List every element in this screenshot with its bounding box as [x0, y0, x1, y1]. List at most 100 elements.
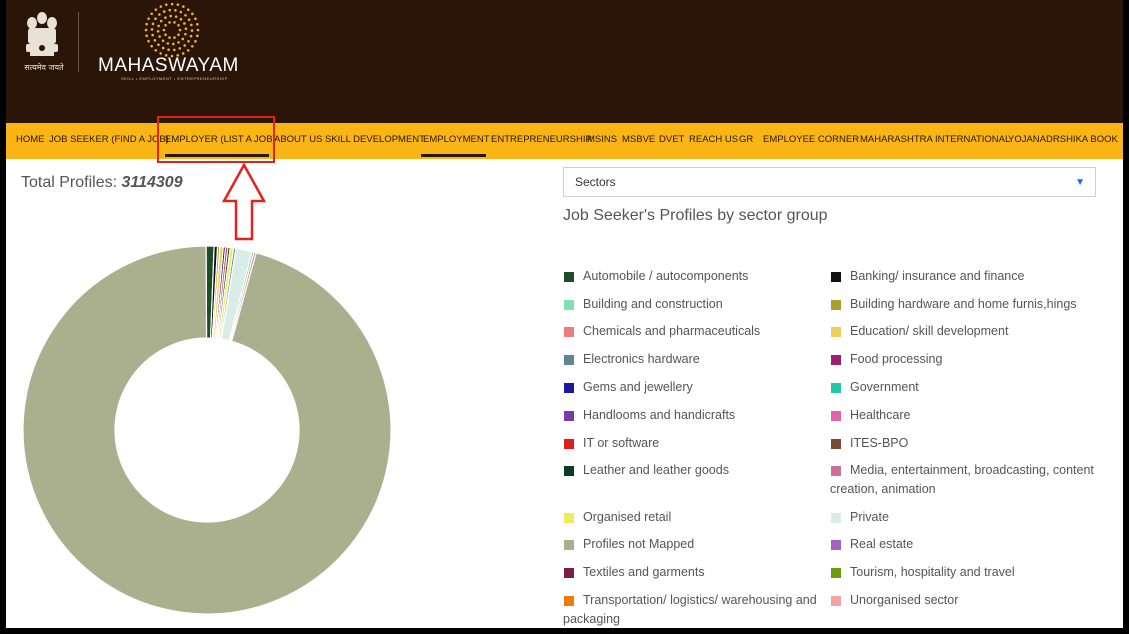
legend-label: Leather and leather goods	[583, 463, 729, 477]
nav-employment[interactable]: EMPLOYMENT	[423, 134, 490, 145]
legend-swatch	[564, 272, 574, 282]
total-profiles: Total Profiles: 3114309	[21, 174, 183, 192]
legend-label: Government	[850, 380, 919, 394]
legend-swatch	[831, 568, 841, 578]
nav-home[interactable]: HOME	[16, 134, 45, 145]
total-profiles-value: 3114309	[121, 174, 183, 191]
sectors-dropdown[interactable]: Sectors ▼	[563, 167, 1096, 197]
site-header: सत्यमेव जयते MAHASWAYAM SKILL • EMPLOYME…	[6, 0, 1123, 123]
legend-item[interactable]: Tourism, hospitality and travel	[830, 563, 1120, 582]
legend-swatch	[831, 327, 841, 337]
nav-gr[interactable]: GR	[739, 134, 753, 145]
legend-item[interactable]: Building hardware and home furnis,hings	[830, 295, 1120, 314]
legend-swatch	[564, 596, 574, 606]
legend-label: Building hardware and home furnis,hings	[850, 297, 1077, 311]
legend-item[interactable]: Banking/ insurance and finance	[830, 267, 1120, 286]
legend-label: Real estate	[850, 537, 914, 551]
legend-swatch	[564, 383, 574, 393]
legend-label: Automobile / autocomponents	[583, 269, 749, 283]
sectors-dropdown-value: Sectors	[575, 175, 616, 189]
legend-item[interactable]: ITES-BPO	[830, 434, 1120, 453]
legend-item[interactable]: Real estate	[830, 535, 1120, 554]
emblem-caption: सत्यमेव जयते	[24, 63, 64, 72]
nav-about-us[interactable]: ABOUT US	[274, 134, 322, 145]
legend-label: Tourism, hospitality and travel	[850, 565, 1015, 579]
legend-swatch	[564, 466, 574, 476]
legend-item[interactable]: Electronics hardware	[563, 350, 818, 369]
legend-label: Banking/ insurance and finance	[850, 269, 1025, 283]
legend-item[interactable]: Handlooms and handicrafts	[563, 406, 818, 425]
legend-label: Media, entertainment, broadcasting, cont…	[830, 463, 1094, 496]
legend-item[interactable]: Textiles and garments	[563, 563, 818, 582]
legend-swatch	[564, 355, 574, 365]
legend-item[interactable]: Leather and leather goods	[563, 461, 818, 480]
legend-item[interactable]: Transportation/ logistics/ warehousing a…	[563, 591, 818, 628]
legend-swatch	[831, 439, 841, 449]
legend-swatch	[831, 300, 841, 310]
legend-item[interactable]: Chemicals and pharmaceuticals	[563, 322, 818, 341]
legend-item[interactable]: Unorganised sector	[830, 591, 1120, 610]
legend-label: Profiles not Mapped	[583, 537, 695, 551]
legend-swatch	[564, 439, 574, 449]
chevron-down-icon: ▼	[1075, 177, 1085, 188]
legend-label: Education/ skill development	[850, 324, 1009, 338]
brand-tagline: SKILL • EMPLOYMENT • ENTREPRENEURSHIP	[121, 76, 228, 81]
legend-swatch	[831, 383, 841, 393]
legend-swatch	[831, 355, 841, 365]
legend-swatch	[831, 411, 841, 421]
legend-label: Private	[850, 510, 889, 524]
legend-item[interactable]: Organised retail	[563, 508, 818, 527]
legend-label: Food processing	[850, 352, 943, 366]
legend-item[interactable]: Automobile / autocomponents	[563, 267, 818, 286]
legend-label: Building and construction	[583, 297, 723, 311]
nav-dvet[interactable]: DVET	[659, 134, 684, 145]
header-divider	[78, 12, 79, 72]
legend-swatch	[831, 466, 841, 476]
legend-swatch	[564, 540, 574, 550]
legend-item[interactable]: Education/ skill development	[830, 322, 1120, 341]
nav-yojanadrshika-book[interactable]: YOJANADRSHIKA BOOK	[1008, 134, 1118, 145]
legend-label: Handlooms and handicrafts	[583, 408, 736, 422]
legend-label: Electronics hardware	[583, 352, 700, 366]
legend-swatch	[831, 540, 841, 550]
sector-donut-chart[interactable]	[22, 245, 392, 615]
legend-label: Transportation/ logistics/ warehousing a…	[563, 593, 817, 626]
legend-swatch	[564, 300, 574, 310]
legend-label: Gems and jewellery	[583, 380, 693, 394]
legend-item[interactable]: Building and construction	[563, 295, 818, 314]
mahaswayam-logo-icon	[144, 2, 200, 58]
legend-item[interactable]: Media, entertainment, broadcasting, cont…	[830, 461, 1120, 499]
legend-swatch	[564, 411, 574, 421]
legend-item[interactable]: Private	[830, 508, 1120, 527]
nav-reach-us[interactable]: REACH US	[689, 134, 738, 145]
nav-entrepreneurship[interactable]: ENTREPRENEURSHIP	[491, 134, 592, 145]
legend-item[interactable]: IT or software	[563, 434, 818, 453]
legend-item[interactable]: Healthcare	[830, 406, 1120, 425]
legend-label: Unorganised sector	[850, 593, 959, 607]
legend-label: Healthcare	[850, 408, 911, 422]
legend-item[interactable]: Government	[830, 378, 1120, 397]
legend-swatch	[564, 513, 574, 523]
page-frame: सत्यमेव जयते MAHASWAYAM SKILL • EMPLOYME…	[6, 0, 1123, 628]
nav-employment-underline	[421, 154, 486, 157]
legend-label: Organised retail	[583, 510, 672, 524]
legend-swatch	[831, 596, 841, 606]
legend-item[interactable]: Profiles not Mapped	[563, 535, 818, 554]
legend-item[interactable]: Gems and jewellery	[563, 378, 818, 397]
nav-skill-development[interactable]: SKILL DEVELOPMENT	[325, 134, 425, 145]
nav-maharashtra-international[interactable]: MAHARASHTRA INTERNATIONAL	[860, 134, 1010, 145]
total-profiles-label: Total Profiles:	[21, 174, 118, 191]
legend-swatch	[831, 513, 841, 523]
legend-item[interactable]: Food processing	[830, 350, 1120, 369]
nav-msins[interactable]: MSINS	[587, 134, 617, 145]
up-arrow-icon	[222, 163, 266, 241]
highlight-box	[157, 116, 275, 163]
legend-swatch	[831, 272, 841, 282]
nav-msbve[interactable]: MSBVE	[622, 134, 655, 145]
brand-name[interactable]: MAHASWAYAM	[98, 55, 239, 77]
nav-employee-corner[interactable]: EMPLOYEE CORNER	[763, 134, 859, 145]
legend-label: Textiles and garments	[583, 565, 705, 579]
nav-job-seeker[interactable]: JOB SEEKER (FIND A JOB)	[49, 134, 169, 145]
legend-label: ITES-BPO	[850, 436, 909, 450]
chart-title: Job Seeker's Profiles by sector group	[563, 207, 828, 224]
